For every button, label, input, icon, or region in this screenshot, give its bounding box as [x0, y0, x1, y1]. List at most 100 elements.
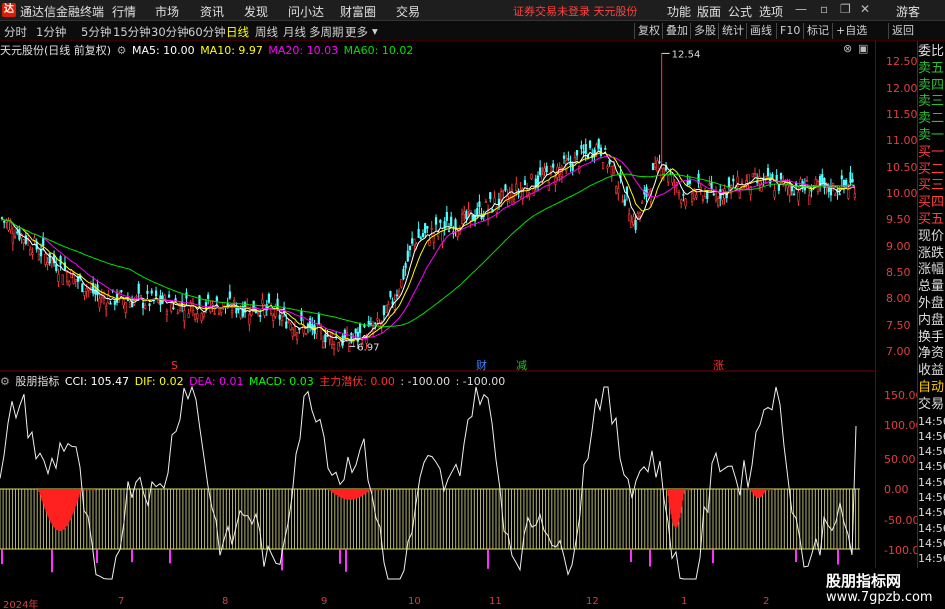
candlestick [404, 261, 407, 276]
maximize-icon[interactable]: ▫ [820, 2, 828, 16]
candlestick [727, 176, 731, 192]
period-daily[interactable]: 日线 [226, 24, 249, 40]
menu-wealth[interactable]: 财富圈 [340, 3, 376, 20]
tab-trade[interactable]: 交易 [918, 397, 945, 414]
candlestick [745, 174, 748, 190]
candlestick [22, 239, 25, 251]
menu-discover[interactable]: 发现 [244, 3, 268, 20]
ma-settings-icon[interactable]: ⚙ [117, 44, 127, 57]
menu-formula[interactable]: 公式 [728, 3, 752, 20]
period-more[interactable]: 更多 [345, 24, 368, 40]
candlestick [157, 299, 160, 304]
period-weekly[interactable]: 周线 [255, 24, 278, 40]
quote-label: 卖二 [918, 111, 945, 127]
quote-label: 买三 [918, 178, 945, 194]
candlestick [628, 207, 631, 222]
period-multi[interactable]: 多周期 [309, 24, 344, 40]
candlestick-chart[interactable]: 12.54 6.97 S 财 减 涨 [0, 41, 875, 372]
menu-layout[interactable]: 版面 [697, 3, 721, 20]
candlestick [37, 248, 40, 261]
candlestick [332, 341, 336, 356]
menu-options[interactable]: 选项 [759, 3, 783, 20]
period-monthly[interactable]: 月线 [283, 24, 306, 40]
candlestick [560, 164, 563, 183]
event-marker[interactable]: S [171, 359, 178, 372]
indicator-name[interactable]: 股朋指标 [15, 375, 59, 388]
menu-trade[interactable]: 交易 [396, 3, 420, 20]
tab-auto[interactable]: 自动 [918, 380, 945, 397]
candlestick [506, 189, 509, 207]
indicator-chart[interactable] [0, 372, 875, 596]
candlestick [773, 183, 776, 201]
candlestick [115, 289, 119, 306]
candlestick [575, 149, 579, 161]
stock-title[interactable]: 天元股份(日线 前复权) [0, 44, 111, 57]
candlestick [161, 292, 164, 305]
minimize-icon[interactable]: — [795, 2, 807, 16]
period-timeshare[interactable]: 分时 [4, 24, 27, 40]
candlestick [113, 299, 116, 311]
quote-label: 卖五 [918, 60, 945, 76]
candlestick [39, 243, 43, 264]
restore-icon[interactable]: ❐ [840, 2, 851, 16]
mark-button[interactable]: 标记 [803, 23, 832, 39]
period-60min[interactable]: 60分钟 [188, 24, 226, 40]
menu-market[interactable]: 市场 [155, 3, 179, 20]
candlestick [805, 176, 809, 183]
candlestick [181, 294, 184, 313]
period-1min[interactable]: 1分钟 [36, 24, 66, 40]
back-button[interactable]: 返回 [888, 23, 917, 39]
quote-label: 内盘 [918, 312, 945, 328]
draw-button[interactable]: 画线 [746, 23, 775, 39]
guest-label[interactable]: 游客 [896, 3, 920, 20]
trade-time: 14:56 [918, 475, 945, 489]
candlestick [471, 214, 474, 222]
event-marker[interactable]: 减 [516, 359, 527, 372]
menu-function[interactable]: 功能 [667, 3, 691, 20]
more-dropdown-icon[interactable]: ▾ [372, 24, 378, 38]
candlestick [792, 189, 796, 196]
main-chart-collapse-icon[interactable]: ▣ [858, 42, 868, 55]
period-5min[interactable]: 5分钟 [81, 24, 111, 40]
adjust-button[interactable]: 复权 [634, 23, 663, 39]
candlestick [615, 185, 618, 195]
main-chart-close-icon[interactable]: ⊗ [843, 42, 852, 55]
event-marker[interactable]: 财 [476, 358, 487, 372]
multi-stock-button[interactable]: 多股 [690, 23, 719, 39]
low-marker: 6.97 [357, 342, 379, 353]
price-axis: 12.50 12.00 11.50 11.00 10.50 10.00 9.50… [875, 41, 918, 372]
candlestick [808, 188, 811, 205]
menu-quotes[interactable]: 行情 [112, 3, 136, 20]
f10-button[interactable]: F10 [776, 23, 803, 39]
candlestick [580, 140, 583, 155]
overlay-button[interactable]: 叠加 [662, 23, 691, 39]
candlestick [617, 181, 620, 201]
indicator-settings-icon[interactable]: ⚙ [0, 375, 10, 388]
candlestick [66, 270, 69, 286]
main-chart-info: 天元股份(日线 前复权) ⚙ MA5: 10.00 MA10: 9.97 MA2… [0, 42, 415, 58]
period-15min[interactable]: 15分钟 [113, 24, 151, 40]
login-status[interactable]: 证券交易未登录 天元股份 [513, 3, 638, 19]
candlestick [384, 304, 388, 313]
candlestick [89, 280, 93, 294]
candlestick [118, 290, 121, 304]
date-axis: 2024年 7 8 9 10 11 12 1 2 [0, 596, 875, 609]
candlestick [76, 273, 80, 289]
candlestick [426, 226, 429, 234]
close-icon[interactable]: ✕ [860, 2, 870, 16]
ma20-line [1, 155, 855, 340]
period-30min[interactable]: 30分钟 [151, 24, 189, 40]
add-favorite-button[interactable]: +自选 [832, 23, 870, 39]
candlestick [406, 243, 409, 262]
quote-label: 涨跌 [918, 245, 945, 261]
stats-button[interactable]: 统计 [718, 23, 747, 39]
menu-news[interactable]: 资讯 [200, 3, 224, 20]
candlestick [137, 281, 140, 301]
candlestick [632, 213, 635, 227]
menu-ask[interactable]: 问小达 [288, 3, 324, 20]
candlestick [467, 201, 470, 216]
event-marker[interactable]: 涨 [713, 359, 724, 372]
candlestick [309, 315, 312, 332]
price-tick: 10.00 [886, 187, 918, 200]
candlestick [235, 302, 238, 318]
